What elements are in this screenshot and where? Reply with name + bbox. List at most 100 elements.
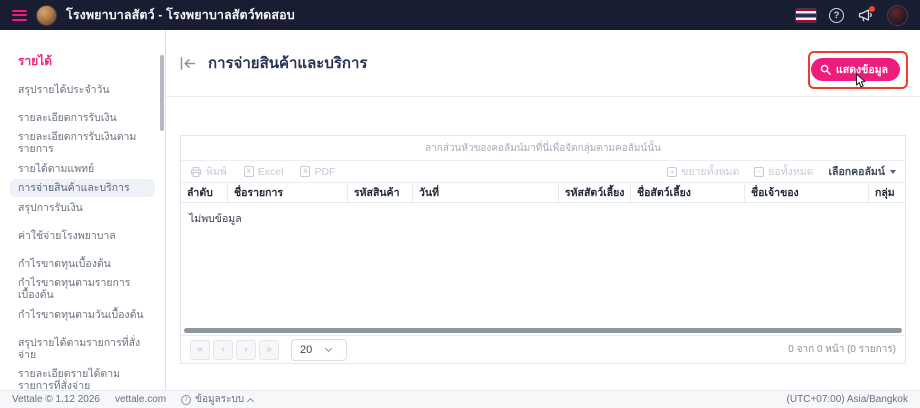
sidebar-item-label: กำไรขาดทุนเบื้องต้น <box>18 257 111 270</box>
sidebar-item[interactable]: กำไรขาดทุนตามรายการเบื้องต้น <box>10 274 155 304</box>
page-size-select[interactable]: 20 <box>291 338 347 361</box>
sidebar-section-title: รายได้ <box>18 54 53 68</box>
system-info-toggle[interactable]: i ข้อมูลระบบ <box>181 392 255 407</box>
grid-toolbar: พิมพ์ X Excel A PDF + ขยายทั้งหมด − ย่อท… <box>181 161 905 183</box>
horizontal-scrollbar-thumb[interactable] <box>184 328 902 333</box>
sidebar-item-label: กำไรขาดทุนตามวันเบื้องต้น <box>18 308 144 321</box>
sidebar-menu: สรุปรายได้ประจำวัน รายละเอียดการรับเงิน … <box>0 81 165 390</box>
column-header[interactable]: ชื่อรายการ <box>228 183 348 202</box>
pager-button[interactable]: « <box>190 339 210 360</box>
sidebar-scrollbar[interactable] <box>160 55 164 131</box>
mouse-cursor-pointer <box>852 73 867 95</box>
pager-button[interactable]: ‹ <box>213 339 233 360</box>
column-header-label: ลำดับ <box>187 187 213 199</box>
column-header-label: ชื่อเจ้าของ <box>751 187 799 199</box>
sidebar-item[interactable]: รายละเอียดการรับเงินตามรายการ <box>10 128 155 158</box>
top-bar-actions: ? <box>796 4 908 26</box>
column-header[interactable]: รหัสสินค้า <box>348 183 413 202</box>
horizontal-scrollbar <box>181 328 905 335</box>
export-excel-button[interactable]: X Excel <box>243 165 284 178</box>
sidebar-item-label: กำไรขาดทุนตามรายการเบื้องต้น <box>18 277 131 301</box>
sidebar-item[interactable]: กำไรขาดทุนเบื้องต้น <box>10 255 155 273</box>
column-header[interactable]: วันที่ <box>413 183 559 202</box>
app-title: โรงพยาบาลสัตว์ - โรงพยาบาลสัตว์ทดสอบ <box>66 8 295 22</box>
sidebar-item[interactable]: ค่าใช้จ่ายโรงพยาบาล <box>10 227 155 245</box>
pager-button[interactable]: › <box>236 339 256 360</box>
column-header[interactable]: ชื่อสัตว์เลี้ยง <box>631 183 745 202</box>
pager-button-glyph: » <box>266 344 272 355</box>
column-header[interactable]: รหัสสัตว์เลี้ยง <box>559 183 631 202</box>
pager-button-glyph: ‹ <box>221 344 225 355</box>
column-header[interactable]: กลุ่ม <box>869 183 905 202</box>
excel-label: Excel <box>257 165 284 178</box>
pager-button-glyph: › <box>244 344 248 355</box>
column-header-label: รหัสสินค้า <box>354 187 400 199</box>
pager-summary: 0 จาก 0 หน้า (0 รายการ) <box>788 344 896 355</box>
sidebar-item-label: รายละเอียดการรับเงิน <box>18 111 117 124</box>
sidebar-item-label: สรุปรายได้ประจำวัน <box>18 83 110 96</box>
chevron-up-icon <box>247 397 255 405</box>
print-label: พิมพ์ <box>206 166 227 178</box>
choose-columns-button[interactable]: เลือกคอลัมน์ <box>828 163 896 180</box>
column-header-label: ชื่อสัตว์เลี้ยง <box>637 187 691 199</box>
footer-copyright: Vettale © 1.12 2026 <box>12 394 100 405</box>
expand-all-button[interactable]: + ขยายทั้งหมด <box>667 163 739 180</box>
group-panel-hint: ลากส่วนหัวของคอลัมน์มาที่นี่เพื่อจัดกลุ่… <box>425 142 661 154</box>
expand-all-label: ขยายทั้งหมด <box>681 166 740 178</box>
pager-button[interactable]: » <box>259 339 279 360</box>
info-icon: i <box>181 394 192 405</box>
sidebar-item[interactable]: รายละเอียดรายได้ตามรายการที่สั่งจ่าย <box>10 365 155 390</box>
collapse-all-button[interactable]: − ย่อทั้งหมด <box>754 163 813 180</box>
announcements-icon[interactable] <box>857 6 875 23</box>
export-pdf-button[interactable]: A PDF <box>300 166 335 178</box>
collapse-sidebar-icon[interactable] <box>180 55 198 71</box>
sidebar-item[interactable]: รายละเอียดการรับเงิน <box>10 109 155 127</box>
sidebar-item[interactable]: สรุปการรับเงิน <box>10 199 155 217</box>
sidebar-item[interactable]: กำไรขาดทุนตามวันเบื้องต้น <box>10 306 155 324</box>
caret-down-icon <box>890 169 896 174</box>
app-window: โรงพยาบาลสัตว์ - โรงพยาบาลสัตว์ทดสอบ ? ร… <box>0 0 920 408</box>
sidebar-item-label: การจ่ายสินค้าและบริการ <box>18 182 130 194</box>
column-header-label: กลุ่ม <box>875 187 895 199</box>
column-header[interactable]: ชื่อเจ้าของ <box>745 183 869 202</box>
sidebar-item[interactable]: การจ่ายสินค้าและบริการ <box>10 179 155 197</box>
footer-site-link[interactable]: vettale.com <box>115 394 166 405</box>
sidebar-item-label: ค่าใช้จ่ายโรงพยาบาล <box>18 229 116 242</box>
data-grid: ลากส่วนหัวของคอลัมน์มาที่นี่เพื่อจัดกลุ่… <box>180 135 906 364</box>
footer-timezone: (UTC+07:00) Asia/Bangkok <box>786 394 908 405</box>
page-size-value: 20 <box>300 343 313 356</box>
search-icon <box>820 64 831 75</box>
sidebar-item[interactable]: สรุปรายได้ประจำวัน <box>10 81 155 99</box>
pdf-file-icon: A <box>300 166 311 177</box>
menu-icon[interactable] <box>12 9 27 21</box>
column-header[interactable]: ลำดับ <box>181 183 228 202</box>
sidebar-item-label: รายละเอียดการรับเงินตามรายการ <box>18 131 137 155</box>
chevron-down-icon <box>325 344 333 352</box>
sidebar: รายได้ สรุปรายได้ประจำวัน รายละเอียดการร… <box>0 30 166 390</box>
sidebar-item-label: สรุปการรับเงิน <box>18 201 83 214</box>
page-title-bar: การจ่ายสินค้าและบริการ <box>166 30 920 97</box>
sidebar-item[interactable]: รายได้ตามแพทย์ <box>10 160 155 178</box>
collapse-all-label: ย่อทั้งหมด <box>768 166 814 178</box>
grid-body: ไม่พบข้อมูล <box>181 203 905 328</box>
user-avatar[interactable] <box>887 4 908 26</box>
choose-columns-label: เลือกคอลัมน์ <box>828 166 885 178</box>
clinic-logo-avatar[interactable] <box>36 4 57 26</box>
sidebar-item[interactable]: สรุปรายได้ตามรายการที่สั่งจ่าย <box>10 334 155 364</box>
expand-all-icon: + <box>667 166 678 177</box>
collapse-all-icon: − <box>754 166 765 177</box>
column-header-label: รหัสสัตว์เลี้ยง <box>565 187 625 199</box>
print-button[interactable]: พิมพ์ <box>190 163 227 180</box>
top-bar: โรงพยาบาลสัตว์ - โรงพยาบาลสัตว์ทดสอบ ? <box>0 0 920 30</box>
sidebar-item-label: รายละเอียดรายได้ตามรายการที่สั่งจ่าย <box>18 368 121 390</box>
thai-flag-language-icon[interactable] <box>796 8 816 22</box>
printer-icon <box>190 166 202 177</box>
excel-file-icon: X <box>243 166 254 177</box>
grid-header-row: ลำดับ ชื่อรายการ รหัสสินค้า วันที่ รหัสส… <box>181 183 905 203</box>
empty-message: ไม่พบข้อมูล <box>189 213 242 225</box>
help-icon[interactable]: ? <box>829 7 844 23</box>
system-info-label: ข้อมูลระบบ <box>195 394 245 405</box>
pdf-label: PDF <box>314 165 336 178</box>
sidebar-item-label: สรุปรายได้ตามรายการที่สั่งจ่าย <box>18 336 141 361</box>
group-panel[interactable]: ลากส่วนหัวของคอลัมน์มาที่นี่เพื่อจัดกลุ่… <box>181 136 905 161</box>
